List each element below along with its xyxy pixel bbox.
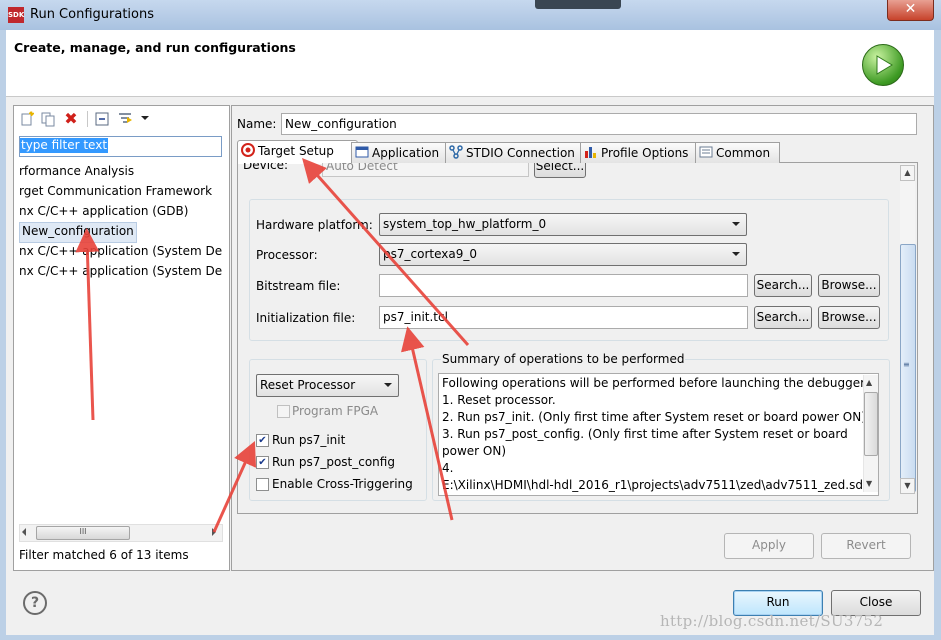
watermark-text: http://blog.csdn.net/SU3752 [660, 612, 884, 630]
init-browse-button[interactable]: Browse... [818, 306, 880, 329]
summary-line: 2. Run ps7_init. (Only first time after … [442, 410, 866, 424]
tab-label: STDIO Connection [466, 146, 575, 160]
tree-item[interactable]: rget Communication Framework [19, 182, 222, 201]
run-ps7-init-label[interactable]: Run ps7_init [272, 433, 345, 447]
window-close-button[interactable]: ✕ [887, 0, 934, 21]
summary-title: Summary of operations to be performed [441, 352, 686, 366]
run-ps7-post-config-label[interactable]: Run ps7_post_config [272, 455, 395, 469]
name-input-value[interactable]: New_configuration [285, 117, 397, 131]
summary-scroll-thumb[interactable] [864, 392, 878, 456]
scroll-grip-icon: ≡ [903, 360, 910, 369]
summary-scroll-up-icon[interactable]: ▲ [866, 378, 872, 387]
init-file-input[interactable]: ps7_init.tcl [379, 306, 748, 329]
scroll-up-icon[interactable]: ▲ [900, 165, 915, 181]
tree-item[interactable]: nx C/C++ application (System Debu [19, 262, 222, 281]
sdk-app-icon: SDK [8, 7, 24, 23]
select-device-button[interactable]: Select... [534, 163, 586, 178]
apply-button[interactable]: Apply [724, 533, 814, 559]
reset-processor-select[interactable]: Reset Processor [256, 374, 399, 397]
revert-button[interactable]: Revert [821, 533, 911, 559]
summary-line: 3. Run ps7_post_config. (Only first time… [442, 427, 848, 441]
toolbar-divider [87, 111, 88, 127]
processor-label: Processor: [256, 248, 318, 262]
reset-processor-value: Reset Processor [260, 378, 356, 392]
tree-item[interactable]: rformance Analysis [19, 162, 222, 181]
bitstream-input[interactable] [379, 274, 748, 297]
tab-target-setup[interactable]: Target Setup [237, 140, 358, 164]
tab-label: Common [716, 146, 771, 160]
hardware-platform-select[interactable]: system_top_hw_platform_0 [379, 213, 747, 236]
run-logo-icon [862, 44, 904, 86]
tree-item-selected[interactable]: New_configuration [19, 222, 137, 243]
scroll-down-icon[interactable]: ▼ [900, 478, 915, 494]
scroll-left-icon[interactable] [22, 528, 26, 536]
filter-menu-chevron-down-icon[interactable] [141, 116, 149, 120]
help-icon[interactable]: ? [23, 591, 47, 615]
hardware-platform-label: Hardware platform: [256, 218, 373, 232]
init-file-value[interactable]: ps7_init.tcl [383, 310, 448, 324]
device-label: Device: [243, 163, 289, 172]
init-file-label: Initialization file: [256, 311, 356, 325]
bitstream-browse-button[interactable]: Browse... [818, 274, 880, 297]
window-icon [355, 143, 369, 163]
chart-icon [584, 143, 598, 163]
delete-icon[interactable]: ✖ [63, 111, 79, 127]
window-title: Run Configurations [30, 7, 154, 22]
tab-common[interactable]: Common [695, 142, 780, 163]
enable-cross-triggering-checkbox[interactable] [256, 478, 269, 491]
processor-select[interactable]: ps7_cortexa9_0 [379, 243, 747, 266]
scroll-right-icon[interactable] [212, 528, 216, 536]
summary-line: 1. Reset processor. [442, 393, 556, 407]
summary-line: Following operations will be performed b… [442, 376, 868, 390]
duplicate-icon[interactable] [40, 111, 56, 127]
target-icon [241, 141, 255, 161]
tree-item[interactable]: nx C/C++ application (GDB) [19, 202, 222, 221]
tab-label: Profile Options [601, 146, 689, 160]
tree-item[interactable]: nx C/C++ application (System Debu [19, 242, 222, 261]
chevron-down-icon [732, 252, 740, 256]
tab-stdio-connection[interactable]: STDIO Connection [445, 142, 582, 163]
name-input[interactable]: New_configuration [281, 113, 917, 135]
summary-scroll-down-icon[interactable]: ▼ [866, 479, 872, 488]
bitstream-label: Bitstream file: [256, 279, 341, 293]
list-icon [699, 143, 713, 163]
chevron-down-icon [384, 383, 392, 387]
processor-value: ps7_cortexa9_0 [383, 247, 477, 261]
name-label: Name: [237, 117, 277, 131]
filter-config-icon[interactable] [117, 111, 133, 127]
summary-line: E:\Xilinx\HDMI\hdl-hdl_2016_r1\projects\… [442, 478, 862, 492]
hardware-platform-value: system_top_hw_platform_0 [383, 217, 547, 231]
dialog-header: Create, manage, and run configurations [6, 30, 934, 97]
new-config-icon[interactable] [19, 111, 35, 127]
window-grip [535, 0, 621, 9]
header-title: Create, manage, and run configurations [14, 40, 296, 55]
enable-cross-triggering-label[interactable]: Enable Cross-Triggering [272, 477, 413, 491]
run-ps7-init-checkbox[interactable]: ✔ [256, 434, 269, 447]
connection-icon [449, 143, 463, 163]
summary-line: 4. [442, 461, 454, 475]
filter-input-text[interactable]: type filter text [20, 138, 109, 153]
filter-status-text: Filter matched 6 of 13 items [19, 548, 189, 562]
tab-profile-options[interactable]: Profile Options [580, 142, 697, 163]
device-value: Auto Detect [326, 163, 398, 173]
run-ps7-post-config-checkbox[interactable]: ✔ [256, 456, 269, 469]
init-search-button[interactable]: Search... [754, 306, 812, 329]
bitstream-search-button[interactable]: Search... [754, 274, 812, 297]
tab-application[interactable]: Application [351, 142, 450, 163]
collapse-all-icon[interactable] [94, 111, 110, 127]
tree-scroll-thumb[interactable]: III [36, 526, 130, 540]
program-fpga-label: Program FPGA [292, 404, 379, 418]
tab-label: Target Setup [258, 144, 334, 158]
summary-line: power ON) [442, 444, 507, 458]
device-row: Device: Auto Detect Select... [238, 163, 898, 178]
program-fpga-checkbox [277, 405, 290, 418]
tab-label: Application [372, 146, 440, 160]
chevron-down-icon [732, 222, 740, 226]
device-input: Auto Detect [322, 163, 529, 177]
